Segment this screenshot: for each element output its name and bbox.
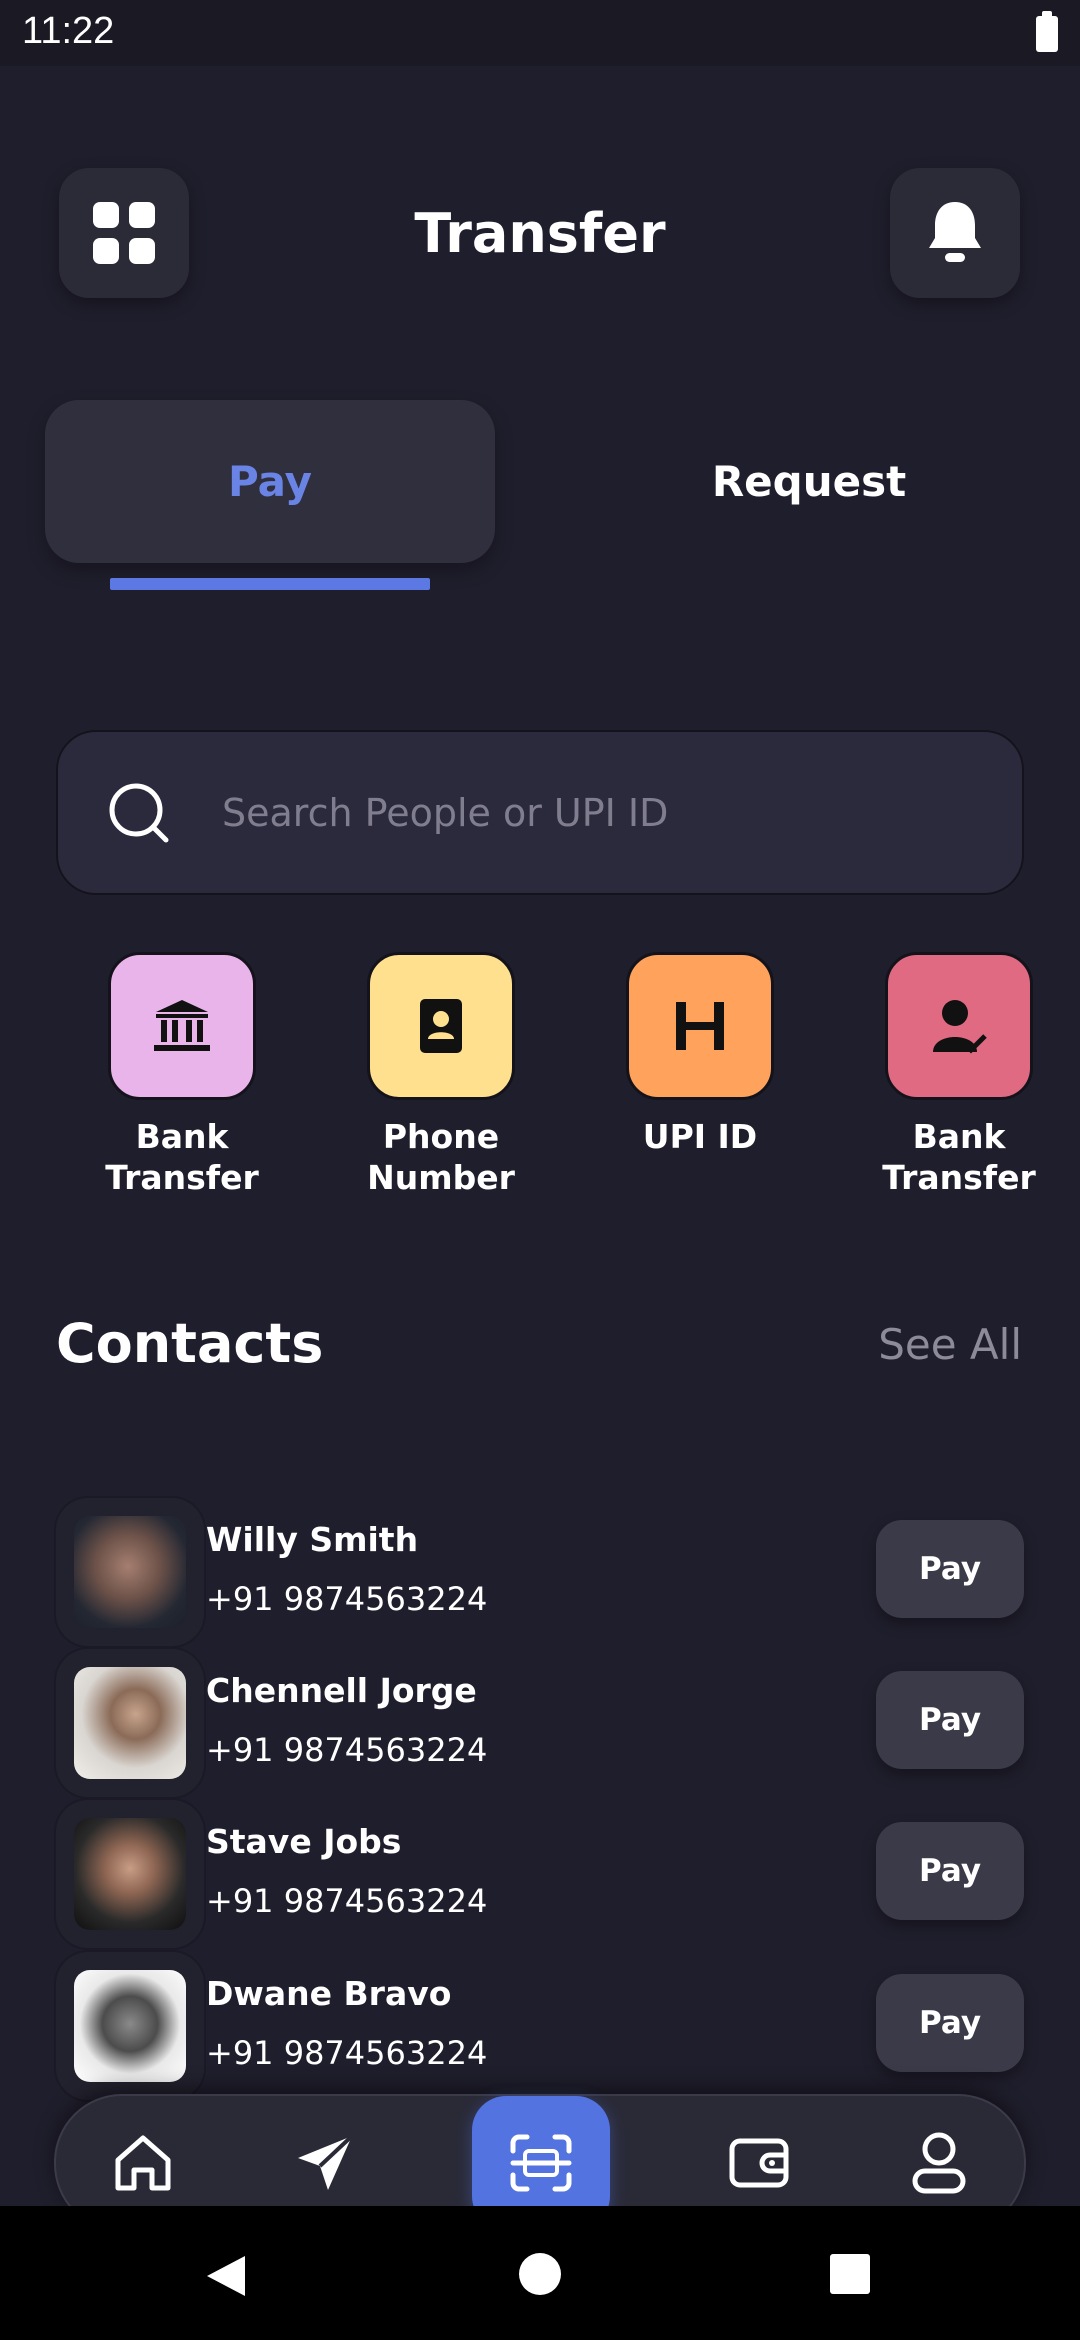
contact-phone: +91 9874563224	[206, 1882, 488, 1920]
avatar-frame	[56, 1649, 204, 1797]
contact-row: Chennell Jorge +91 9874563224 Pay	[56, 1649, 1024, 1797]
profile-icon	[912, 2132, 966, 2194]
user-tile	[885, 952, 1033, 1100]
quick-action-bank-transfer[interactable]: Bank Transfer	[82, 952, 282, 1198]
bell-icon	[929, 202, 981, 262]
contact-name: Willy Smith	[206, 1520, 419, 1559]
contact-phone: +91 9874563224	[206, 2034, 488, 2072]
quick-action-bank-transfer-2[interactable]: Bank Transfer	[859, 952, 1059, 1198]
recents-button[interactable]	[830, 2254, 870, 2294]
upi-tile	[626, 952, 774, 1100]
avatar	[74, 1667, 186, 1779]
nav-wallet[interactable]	[724, 2128, 794, 2198]
tab-pay[interactable]: Pay	[45, 400, 495, 563]
bank-icon	[154, 1000, 210, 1051]
quick-action-phone-number[interactable]: Phone Number	[341, 952, 541, 1198]
avatar-frame	[56, 1498, 204, 1646]
pay-button[interactable]: Pay	[876, 1671, 1024, 1769]
back-icon[interactable]	[205, 2254, 247, 2298]
contact-book-icon	[420, 999, 462, 1053]
avatar	[74, 1970, 186, 2082]
contact-phone: +91 9874563224	[206, 1580, 488, 1618]
user-check-icon	[933, 1000, 987, 1054]
search-bar	[56, 730, 1024, 895]
pay-button[interactable]: Pay	[876, 1822, 1024, 1920]
avatar	[74, 1818, 186, 1930]
contact-name: Dwane Bravo	[206, 1974, 452, 2013]
home-icon	[115, 2135, 171, 2191]
bank-tile	[108, 952, 256, 1100]
action-label: UPI ID	[642, 1117, 758, 1156]
phone-tile	[367, 952, 515, 1100]
search-icon	[109, 783, 169, 843]
action-label: Bank Transfer	[105, 1117, 259, 1197]
send-icon	[298, 2134, 354, 2190]
contact-row: Stave Jobs +91 9874563224 Pay	[56, 1800, 1024, 1948]
nav-home[interactable]	[108, 2128, 178, 2198]
quick-action-upi-id[interactable]: UPI ID	[600, 952, 800, 1157]
upi-icon	[676, 1002, 724, 1050]
action-label: Phone Number	[367, 1117, 515, 1197]
transfer-screen: Transfer Pay Request Ba	[0, 66, 1080, 2232]
contact-name: Chennell Jorge	[206, 1671, 477, 1710]
tab-request[interactable]: Request	[584, 400, 1034, 563]
contact-row: Dwane Bravo +91 9874563224 Pay	[56, 1952, 1024, 2100]
status-time: 11:22	[22, 10, 115, 52]
wallet-icon	[729, 2138, 789, 2188]
avatar-frame	[56, 1952, 204, 2100]
contact-name: Stave Jobs	[206, 1822, 402, 1861]
avatar-frame	[56, 1800, 204, 1948]
nav-profile[interactable]	[904, 2128, 974, 2198]
avatar	[74, 1516, 186, 1628]
scan-icon	[510, 2134, 572, 2192]
contact-phone: +91 9874563224	[206, 1731, 488, 1769]
action-label: Bank Transfer	[882, 1117, 1036, 1197]
active-tab-indicator	[110, 578, 430, 590]
battery-icon	[1036, 11, 1058, 52]
pay-button[interactable]: Pay	[876, 1520, 1024, 1618]
status-bar: 11:22	[0, 0, 1080, 66]
system-navigation-bar	[0, 2206, 1080, 2340]
notification-button[interactable]	[890, 168, 1020, 298]
see-all-link[interactable]: See All	[878, 1320, 1022, 1369]
nav-send[interactable]	[290, 2128, 360, 2198]
contacts-heading: Contacts	[56, 1312, 324, 1375]
contact-row: Willy Smith +91 9874563224 Pay	[56, 1498, 1024, 1646]
search-input[interactable]	[222, 732, 982, 893]
pay-button[interactable]: Pay	[876, 1974, 1024, 2072]
home-button[interactable]	[519, 2253, 561, 2295]
